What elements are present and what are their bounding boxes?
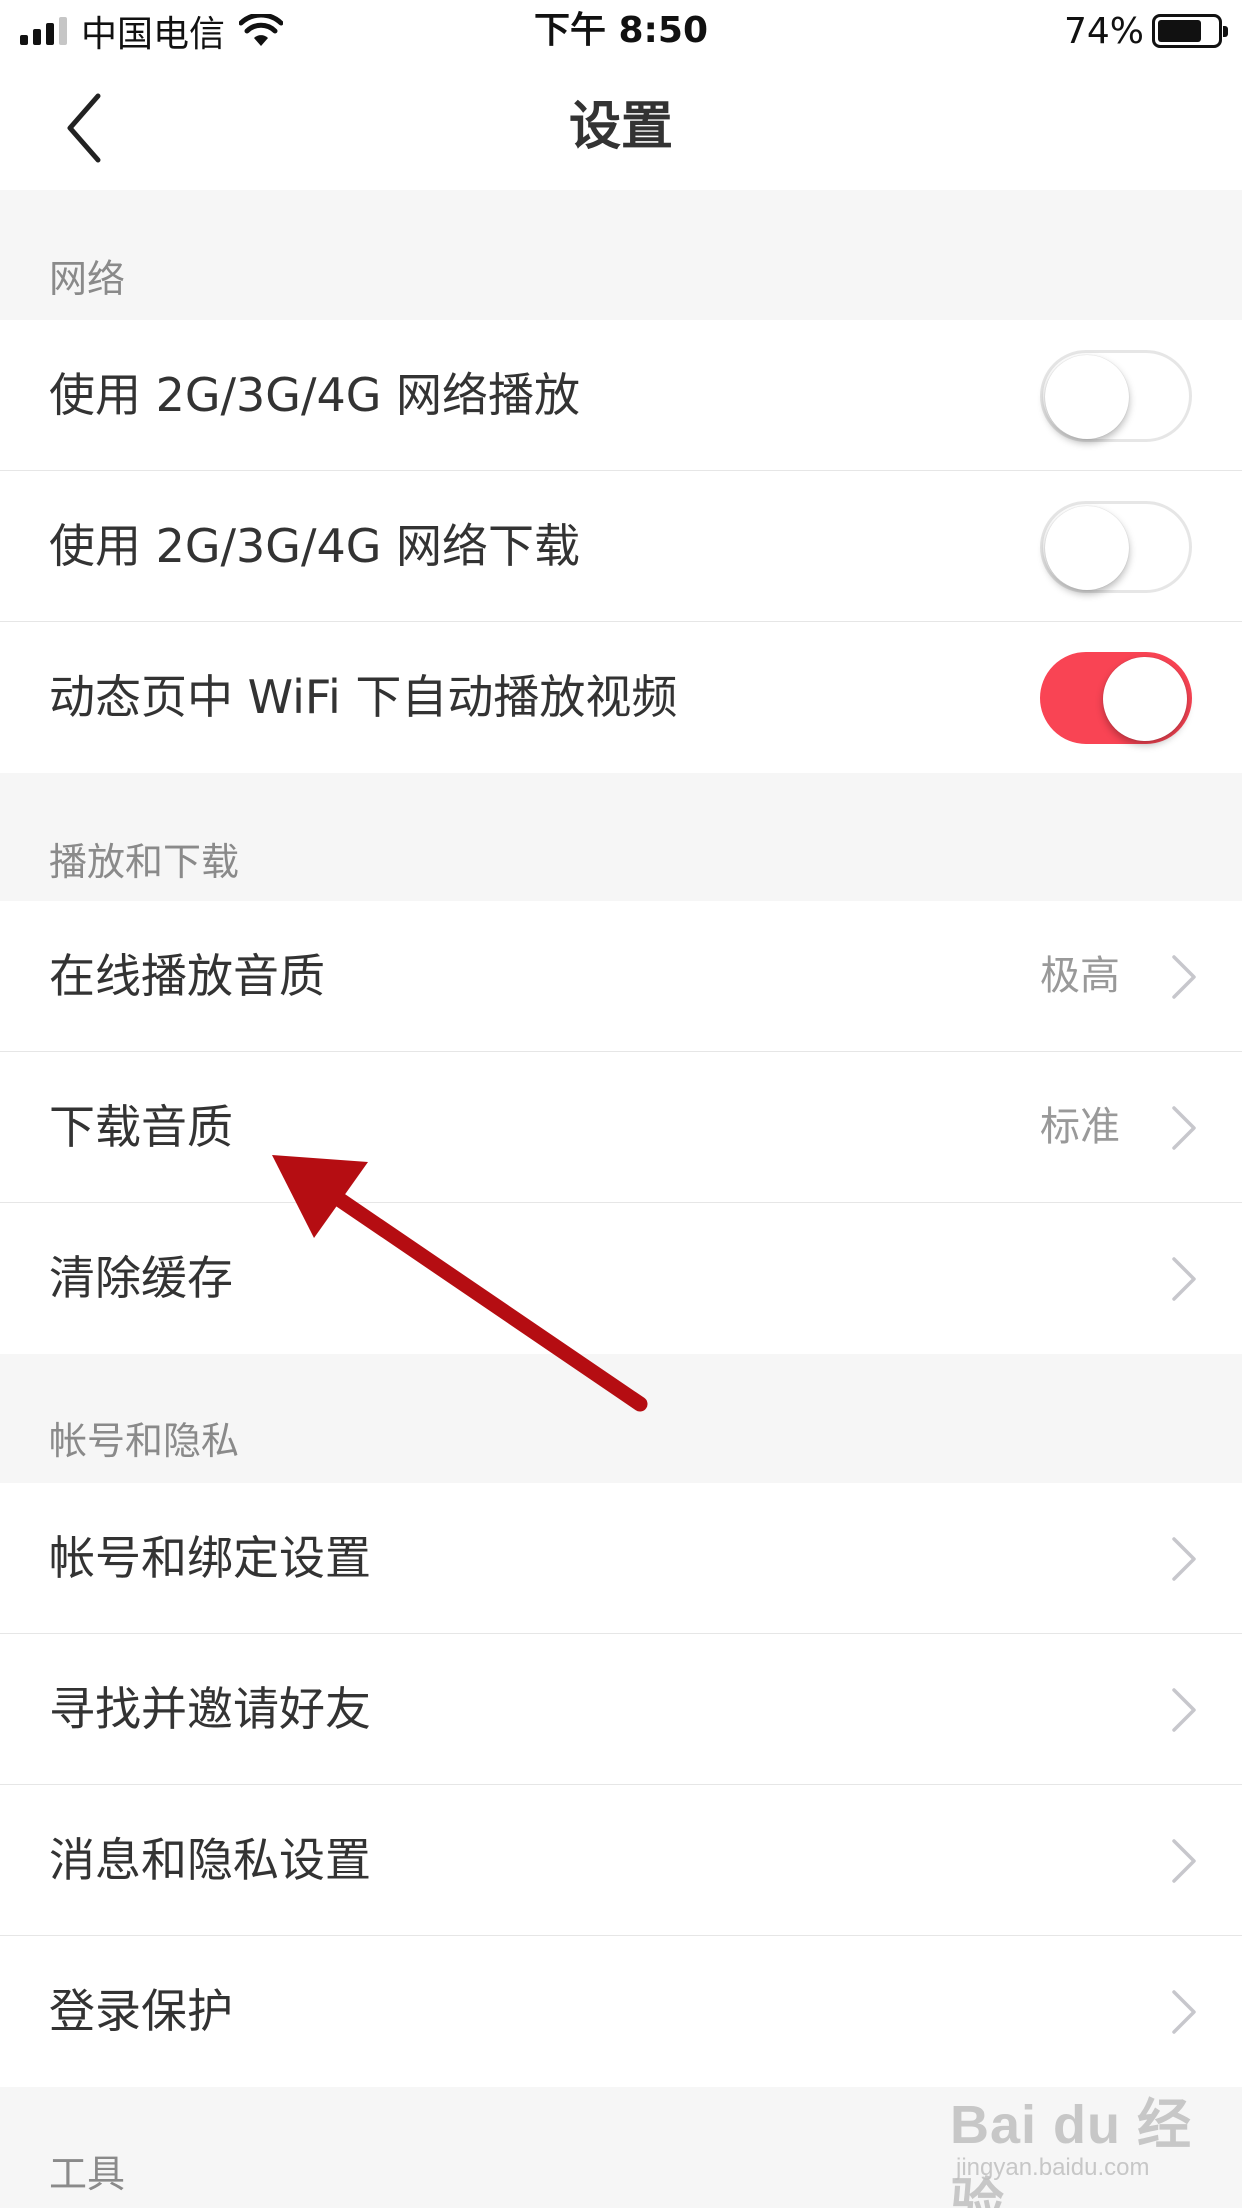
setting-row-download-on-cellular: 使用 2G/3G/4G 网络下载 bbox=[0, 471, 1242, 622]
chevron-right-icon bbox=[1172, 1688, 1196, 1732]
page-title: 设置 bbox=[568, 97, 673, 157]
section-title: 播放和下载 bbox=[49, 840, 240, 884]
setting-label: 登录保护 bbox=[49, 1984, 233, 2038]
setting-row-play-on-cellular: 使用 2G/3G/4G 网络播放 bbox=[0, 320, 1242, 471]
setting-label: 寻找并邀请好友 bbox=[49, 1682, 371, 1736]
toggle-switch[interactable] bbox=[1040, 652, 1192, 744]
chevron-right-icon bbox=[1172, 1990, 1196, 2034]
section-header-account-privacy: 帐号和隐私 bbox=[0, 1354, 1242, 1483]
setting-row-download-quality[interactable]: 下载音质 标准 bbox=[0, 1052, 1242, 1203]
setting-row-message-privacy[interactable]: 消息和隐私设置 bbox=[0, 1785, 1242, 1936]
setting-row-login-protection[interactable]: 登录保护 bbox=[0, 1936, 1242, 2087]
setting-row-autoplay-video-wifi: 动态页中 WiFi 下自动播放视频 bbox=[0, 622, 1242, 773]
setting-label: 下载音质 bbox=[49, 1100, 233, 1154]
chevron-right-icon bbox=[1172, 1106, 1196, 1150]
setting-row-clear-cache[interactable]: 清除缓存 bbox=[0, 1203, 1242, 1354]
navigation-bar: 设置 bbox=[0, 62, 1242, 190]
section-title: 帐号和隐私 bbox=[49, 1419, 240, 1463]
section-header-network: 网络 bbox=[0, 190, 1242, 320]
toggle-knob bbox=[1045, 506, 1129, 590]
setting-label: 帐号和绑定设置 bbox=[49, 1531, 371, 1585]
toggle-knob bbox=[1103, 657, 1187, 741]
setting-value: 标准 bbox=[1040, 1104, 1120, 1150]
setting-row-streaming-quality[interactable]: 在线播放音质 极高 bbox=[0, 901, 1242, 1052]
chevron-right-icon bbox=[1172, 1839, 1196, 1883]
setting-label: 消息和隐私设置 bbox=[49, 1833, 371, 1887]
toggle-switch[interactable] bbox=[1040, 350, 1192, 442]
setting-value: 极高 bbox=[1040, 953, 1120, 999]
clock: 下午 8:50 bbox=[533, 10, 709, 51]
toggle-knob bbox=[1045, 355, 1129, 439]
section-header-playback-download: 播放和下载 bbox=[0, 773, 1242, 901]
battery-icon bbox=[1152, 14, 1228, 48]
setting-label: 使用 2G/3G/4G 网络下载 bbox=[49, 519, 580, 573]
setting-label: 在线播放音质 bbox=[49, 949, 325, 1003]
chevron-right-icon bbox=[1172, 1257, 1196, 1301]
watermark-url: jingyan.baidu.com bbox=[956, 2154, 1150, 2181]
chevron-right-icon bbox=[1172, 1537, 1196, 1581]
section-title: 网络 bbox=[49, 257, 126, 301]
baidu-jingyan-watermark: Bai du 经验 jingyan.baidu.com bbox=[950, 2080, 1220, 2208]
status-bar: 中国电信 下午 8:50 74% bbox=[0, 0, 1242, 62]
section-title: 工具 bbox=[49, 2152, 126, 2196]
watermark-brand: Bai du 经验 bbox=[950, 2095, 1193, 2208]
setting-row-invite-friends[interactable]: 寻找并邀请好友 bbox=[0, 1634, 1242, 1785]
toggle-switch[interactable] bbox=[1040, 501, 1192, 593]
setting-row-account-binding[interactable]: 帐号和绑定设置 bbox=[0, 1483, 1242, 1634]
chevron-right-icon bbox=[1172, 955, 1196, 999]
setting-label: 使用 2G/3G/4G 网络播放 bbox=[49, 368, 580, 422]
setting-label: 清除缓存 bbox=[49, 1251, 233, 1305]
setting-label: 动态页中 WiFi 下自动播放视频 bbox=[49, 670, 678, 724]
settings-screen: 中国电信 下午 8:50 74% 设置 网络 使用 2G/3G/4G 网络播放 bbox=[0, 0, 1242, 2208]
battery-percent: 74% bbox=[1063, 10, 1144, 52]
